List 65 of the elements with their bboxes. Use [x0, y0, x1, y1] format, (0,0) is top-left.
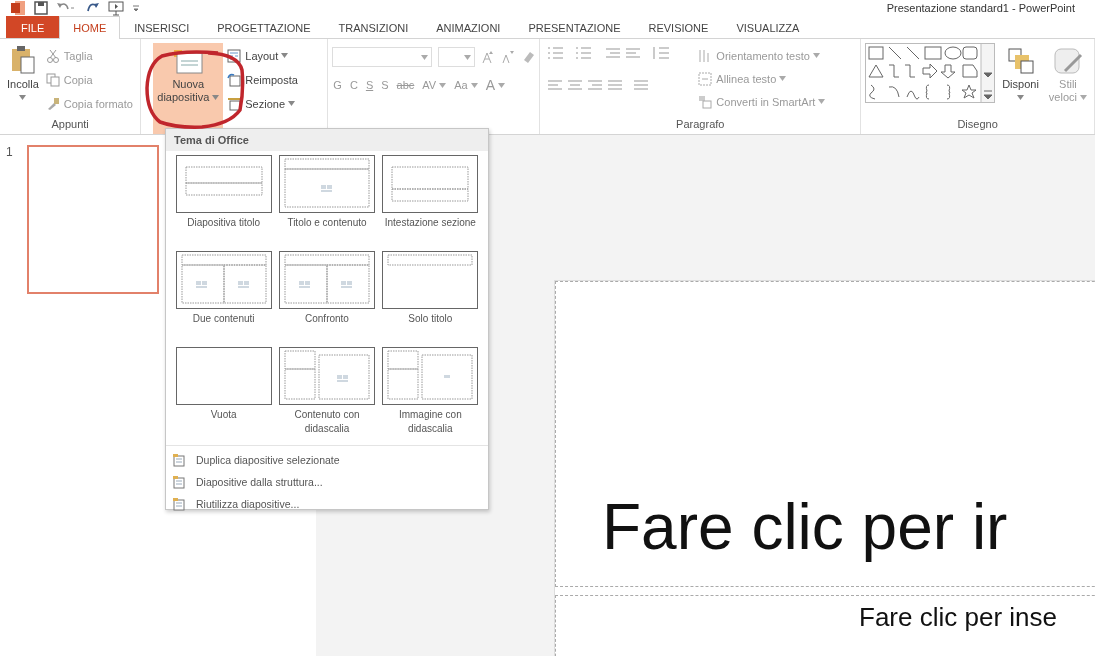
- shapes-gallery-drawing[interactable]: [865, 43, 996, 103]
- customize-caret-icon[interactable]: [132, 3, 140, 13]
- caret-icon: [818, 99, 826, 104]
- arrange-icon: [1006, 47, 1035, 75]
- menu-item[interactable]: Riutilizza diapositive...: [172, 494, 482, 513]
- window-title: Presentazione standard1 - PowerPoint: [886, 2, 1075, 14]
- copy-icon: [45, 72, 60, 87]
- ribbon-tab[interactable]: HOME: [59, 16, 121, 39]
- save-icon[interactable]: [34, 1, 48, 15]
- group-label: Paragrafo: [676, 118, 725, 130]
- subtitle-text: Fare clic per inse: [859, 601, 1057, 632]
- title-placeholder[interactable]: Fare clic per ir: [555, 281, 1095, 587]
- ribbon-tab[interactable]: PROGETTAZIONE: [203, 16, 325, 38]
- layout-icon: [227, 48, 242, 63]
- menu-header: Tema di Office: [166, 129, 488, 151]
- caret-icon: [812, 53, 820, 58]
- menu-item[interactable]: Duplica diapositive selezionate: [172, 450, 482, 469]
- reset-icon: [227, 72, 242, 87]
- font-size-field[interactable]: [438, 47, 476, 67]
- new-slide-icon: [173, 49, 204, 75]
- slide-number: 1: [6, 145, 13, 161]
- subtitle-placeholder[interactable]: Fare clic per inse: [555, 594, 1095, 656]
- section-button[interactable]: Sezione: [227, 93, 298, 114]
- caret-icon: [212, 95, 220, 100]
- caret-icon: [281, 53, 289, 58]
- quick-styles-icon: [1052, 47, 1083, 75]
- app-logo-icon: [10, 0, 26, 16]
- font-name-field[interactable]: [332, 47, 433, 67]
- layout-button[interactable]: Layout: [227, 45, 298, 66]
- caret-icon: [19, 95, 27, 100]
- scissors-icon: [45, 48, 60, 63]
- reset-button[interactable]: Reimposta: [227, 69, 298, 90]
- ribbon-tab[interactable]: VISUALIZZA: [722, 16, 814, 38]
- slide-thumbnail[interactable]: [26, 145, 159, 294]
- caret-icon: [464, 54, 472, 60]
- ribbon-tab[interactable]: TRANSIZIONI: [324, 16, 423, 38]
- menu-item[interactable]: Diapositive dalla struttura...: [172, 472, 482, 491]
- grow-font-icon[interactable]: [481, 50, 496, 64]
- paste-button[interactable]: Incolla: [4, 43, 42, 114]
- caret-icon: [1017, 95, 1024, 100]
- arrange-button[interactable]: Disponi: [999, 43, 1042, 114]
- caret-icon: [498, 82, 505, 88]
- caret-icon: [288, 101, 296, 106]
- section-icon: [227, 96, 242, 111]
- clipboard-icon: [9, 45, 36, 75]
- caret-icon: [1080, 95, 1087, 100]
- slides-icon: [172, 474, 186, 489]
- ribbon-tab[interactable]: ANIMAZIONI: [422, 16, 515, 38]
- ribbon-tab[interactable]: INSERISCI: [120, 16, 204, 38]
- title-text: Fare clic per ir: [602, 489, 1008, 564]
- caret-icon: [779, 76, 787, 81]
- slideshow-icon[interactable]: [108, 0, 124, 16]
- slides-icon: [172, 452, 186, 467]
- caret-icon: [421, 54, 429, 60]
- group-label: Disegno: [957, 118, 998, 130]
- ribbon-tab[interactable]: REVISIONE: [634, 16, 723, 38]
- smartart-icon: [698, 94, 713, 109]
- caret-icon: [439, 82, 447, 88]
- group-label: Appunti: [51, 118, 89, 130]
- align-text-icon: [698, 71, 713, 86]
- ribbon-tab[interactable]: PRESENTAZIONE: [514, 16, 635, 38]
- shrink-font-icon[interactable]: [501, 50, 516, 64]
- caret-icon: [470, 82, 478, 88]
- ribbon-tab[interactable]: FILE: [6, 16, 60, 38]
- clear-format-icon[interactable]: [521, 50, 536, 64]
